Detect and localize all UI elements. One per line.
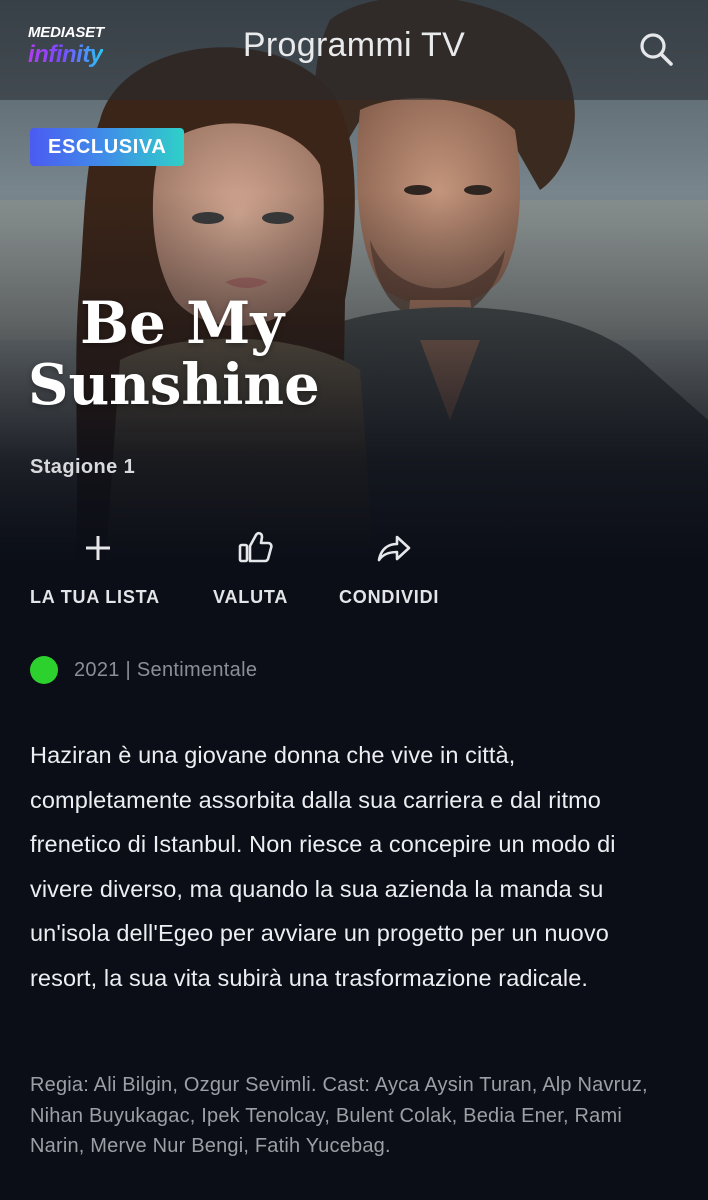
share-button[interactable]: CONDIVIDI: [339, 528, 449, 614]
year-genre-text: 2021 | Sentimentale: [74, 658, 258, 681]
show-credits: Regia: Ali Bilgin, Ozgur Sevimli. Cast: …: [30, 1074, 648, 1157]
top-bar: MEDIASET infinity Programmi TV: [0, 0, 708, 100]
show-meta: 2021 | Sentimentale: [30, 655, 257, 685]
exclusive-badge: ESCLUSIVA: [30, 128, 185, 166]
page-title: Programmi TV: [242, 26, 466, 64]
show-title: Be My Sunshine: [28, 292, 320, 416]
show-detail-page: MEDIASET infinity Programmi TV ESCLUSIVA…: [0, 0, 708, 1200]
thumbs-up-icon: [238, 531, 273, 563]
rate-label: VALUTA: [213, 587, 289, 607]
share-label: CONDIVIDI: [339, 587, 440, 607]
add-to-list-label: LA TUA LISTA: [30, 587, 160, 607]
age-rating-dot: [30, 656, 58, 684]
rate-button[interactable]: VALUTA: [213, 528, 297, 614]
add-to-list-button[interactable]: LA TUA LISTA: [30, 528, 170, 614]
search-button[interactable]: [636, 30, 676, 70]
search-icon: [640, 33, 673, 66]
season-label: Stagione 1: [30, 456, 136, 478]
show-title-line1: Be My: [80, 289, 285, 357]
share-icon: [377, 535, 411, 562]
plus-icon: [86, 536, 110, 560]
show-title-line2: Sunshine: [28, 352, 320, 418]
show-description: Haziran è una giovane donna che vive in …: [30, 742, 616, 991]
